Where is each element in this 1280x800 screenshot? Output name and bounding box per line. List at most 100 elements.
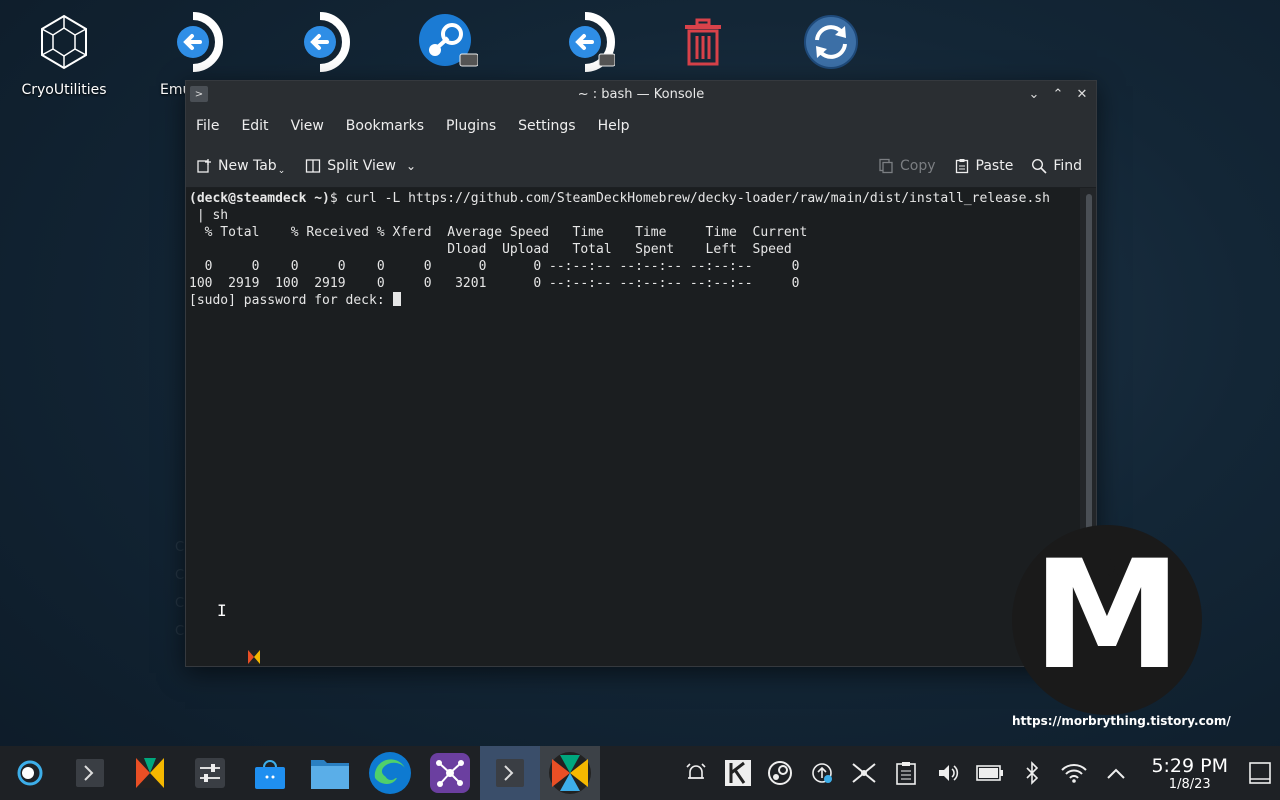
show-desktop-icon xyxy=(1249,762,1271,784)
network-hub-icon xyxy=(852,763,877,783)
clock-date: 1/8/23 xyxy=(1168,776,1211,792)
find-button[interactable]: Find xyxy=(1031,158,1082,174)
search-icon xyxy=(1031,158,1047,174)
paste-icon xyxy=(954,158,970,174)
titlebar[interactable]: > ~ : bash — Konsole ⌄ ⌃ ✕ xyxy=(186,81,1096,107)
split-view-label: Split View xyxy=(327,158,396,174)
menu-bookmarks[interactable]: Bookmarks xyxy=(346,118,424,134)
close-icon[interactable]: ✕ xyxy=(1074,85,1090,103)
terminal-command-continued: | sh xyxy=(189,208,229,223)
maximize-icon[interactable]: ⌃ xyxy=(1050,85,1066,103)
tray-wifi[interactable] xyxy=(1053,746,1095,800)
terminal-command: $ curl -L https://github.com/SteamDeckHo… xyxy=(329,191,1050,206)
tray-kdeconnect[interactable] xyxy=(843,746,885,800)
update-icon xyxy=(812,763,833,783)
back-arrow-icon xyxy=(555,12,615,72)
split-view-button[interactable]: Split View ⌄ xyxy=(305,158,416,174)
steamdeck-launcher-icon xyxy=(17,760,43,786)
window-title: ~ : bash — Konsole xyxy=(577,86,705,102)
new-tab-icon xyxy=(196,158,212,174)
system-tray: 5:29 PM 1/8/23 xyxy=(675,746,1280,800)
copy-button[interactable]: Copy xyxy=(878,158,936,174)
taskbar-app-launcher[interactable] xyxy=(0,746,60,800)
network-hub-icon xyxy=(430,753,470,793)
watermark-small-letter: b xyxy=(1100,549,1122,584)
split-view-icon xyxy=(305,158,321,174)
menubar: File Edit View Bookmarks Plugins Setting… xyxy=(186,107,1096,145)
folder-icon xyxy=(311,760,349,789)
tray-alarm[interactable] xyxy=(675,746,717,800)
menu-edit[interactable]: Edit xyxy=(241,118,268,134)
terminal-sudo-prompt: [sudo] password for deck: xyxy=(189,293,393,308)
bluetooth-icon xyxy=(1026,761,1039,785)
battery-icon xyxy=(976,765,1004,781)
terminal-cursor xyxy=(392,292,401,306)
kdeconnect-icon xyxy=(549,752,591,794)
desktop-icon-update[interactable] xyxy=(786,12,876,72)
paste-label: Paste xyxy=(975,158,1014,174)
shopping-bag-icon xyxy=(255,760,285,789)
back-arrow-icon xyxy=(290,12,350,72)
konsole-window[interactable]: > ~ : bash — Konsole ⌄ ⌃ ✕ File Edit Vie… xyxy=(185,80,1097,667)
taskbar-system-settings[interactable] xyxy=(180,746,240,800)
desktop-icon-steam-shortcut[interactable] xyxy=(403,12,493,72)
terminal-output[interactable]: (deck@steamdeck ~)$ curl -L https://gith… xyxy=(186,188,1080,666)
menu-settings[interactable]: Settings xyxy=(518,118,575,134)
taskbar-kde-connect[interactable] xyxy=(120,746,180,800)
tray-volume[interactable] xyxy=(927,746,969,800)
menu-help[interactable]: Help xyxy=(598,118,630,134)
desktop-icon-trash[interactable] xyxy=(658,12,748,72)
refresh-icon xyxy=(801,12,861,72)
copy-label: Copy xyxy=(900,158,936,174)
back-arrow-icon xyxy=(163,12,223,72)
find-label: Find xyxy=(1053,158,1082,174)
watermark-url: https://morbrything.tistory.com/ xyxy=(1012,714,1231,728)
terminal-icon xyxy=(496,759,524,787)
taskbar-konsole-pinned[interactable] xyxy=(60,746,120,800)
new-tab-button[interactable]: New Tab ⌄ xyxy=(196,156,285,176)
menu-view[interactable]: View xyxy=(291,118,324,134)
terminal-curl-row: 100 2919 100 2919 0 0 3201 0 --:--:-- --… xyxy=(189,276,800,291)
tray-clipboard[interactable] xyxy=(885,746,927,800)
copy-icon xyxy=(878,158,894,174)
desktop-icon-cryoutilities[interactable]: CryoUtilities xyxy=(19,12,109,98)
wifi-icon xyxy=(1061,764,1088,783)
tray-kde[interactable] xyxy=(717,746,759,800)
tray-bluetooth[interactable] xyxy=(1011,746,1053,800)
paste-button[interactable]: Paste xyxy=(954,158,1014,174)
taskbar-dolphin[interactable] xyxy=(300,746,360,800)
taskbar-kde-connect-active[interactable] xyxy=(540,746,600,800)
taskbar-discover[interactable] xyxy=(240,746,300,800)
tray-steam[interactable] xyxy=(759,746,801,800)
terminal-curl-header: Dload Upload Total Spent Left Speed xyxy=(189,242,792,257)
chevron-down-icon[interactable]: ⌄ xyxy=(406,159,416,173)
desktop-icon-emu-tool-3[interactable] xyxy=(540,12,630,72)
edge-browser-icon xyxy=(369,752,411,794)
menu-plugins[interactable]: Plugins xyxy=(446,118,496,134)
tray-battery[interactable] xyxy=(969,746,1011,800)
show-desktop-button[interactable] xyxy=(1240,746,1280,800)
clock[interactable]: 5:29 PM 1/8/23 xyxy=(1151,755,1228,792)
tray-update[interactable] xyxy=(801,746,843,800)
watermark-logo: M b xyxy=(1012,525,1202,715)
speaker-icon xyxy=(939,765,959,781)
taskbar-konsole-active[interactable] xyxy=(480,746,540,800)
k-letter-icon xyxy=(725,760,752,786)
taskbar-edge-browser[interactable] xyxy=(360,746,420,800)
chevron-up-icon xyxy=(1107,768,1126,779)
terminal-curl-header: % Total % Received % Xferd Average Speed… xyxy=(189,225,808,240)
steam-icon xyxy=(768,761,793,785)
minimize-icon[interactable]: ⌄ xyxy=(1026,85,1042,103)
tray-expand[interactable] xyxy=(1095,746,1137,800)
taskbar-kde-connect-app[interactable] xyxy=(420,746,480,800)
ibeam-cursor-icon: I xyxy=(217,601,227,620)
clipboard-icon xyxy=(896,762,917,785)
desktop-icon-emu-tool-2[interactable] xyxy=(275,12,365,72)
desktop-icon-label: CryoUtilities xyxy=(21,82,107,98)
trash-icon xyxy=(673,12,733,72)
chevron-down-icon: ⌄ xyxy=(277,166,286,176)
terminal-curl-row: 0 0 0 0 0 0 0 0 --:--:-- --:--:-- --:--:… xyxy=(189,259,800,274)
terminal-icon xyxy=(76,759,104,787)
menu-file[interactable]: File xyxy=(196,118,219,134)
toolbar: New Tab ⌄ Split View ⌄ Copy Paste Find xyxy=(186,145,1096,188)
